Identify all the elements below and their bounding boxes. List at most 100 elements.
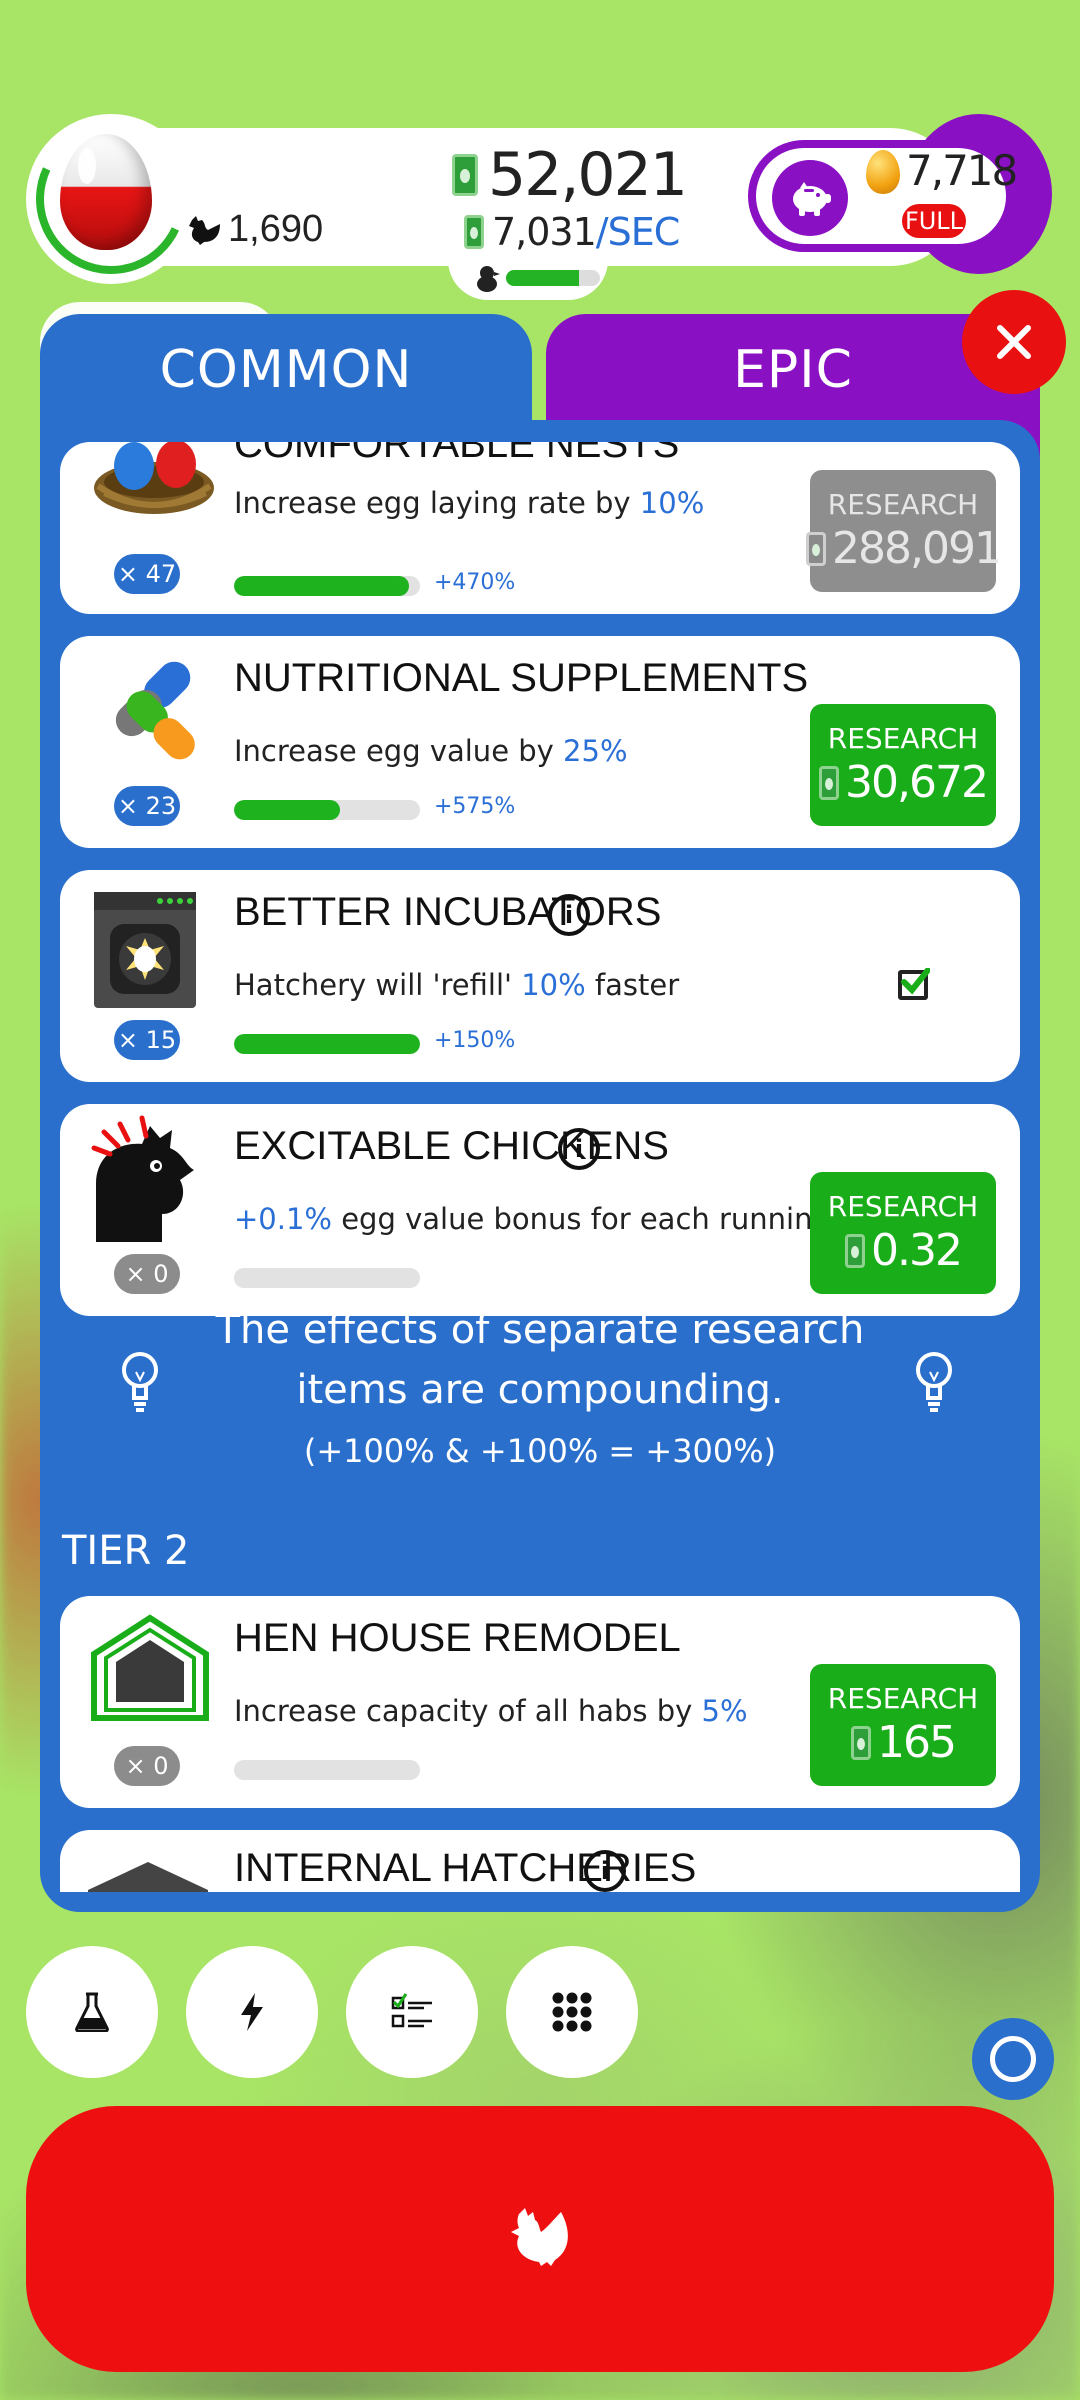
research-price-value: 288,091 <box>832 523 1002 574</box>
research-card-better-incubators: BETTER INCUBATORS i Hatchery will 'refil… <box>60 870 1020 1082</box>
research-button[interactable]: RESEARCH 165 <box>810 1664 996 1786</box>
research-price: 288,091 <box>806 523 1002 574</box>
tier-label: TIER 2 <box>62 1528 190 1574</box>
hen-house-icon <box>90 1606 216 1740</box>
close-button[interactable] <box>962 290 1066 394</box>
research-level-badge: × 23 <box>114 786 180 826</box>
research-card-internal-hatcheries: INTERNAL HATCHERIES i <box>60 1830 1020 1892</box>
golden-egg-icon <box>866 150 900 194</box>
research-button[interactable]: RESEARCH 30,672 <box>810 704 996 826</box>
research-desc: Increase egg value by 25% <box>234 734 628 768</box>
research-bonus: +150% <box>434 1028 516 1053</box>
research-card-comfortable-nests: COMFORTABLE NESTS Increase egg laying ra… <box>60 442 1020 614</box>
piggy-bank-button[interactable] <box>772 160 848 236</box>
research-price-value: 30,672 <box>845 757 989 808</box>
cash-icon <box>851 1725 871 1760</box>
research-title: COMFORTABLE NESTS <box>234 442 680 466</box>
research-price: 165 <box>851 1717 957 1768</box>
research-title: NUTRITIONAL SUPPLEMENTS <box>234 656 809 700</box>
desc-text: Hatchery will 'refill' <box>234 968 522 1002</box>
research-list[interactable]: COMFORTABLE NESTS Increase egg laying ra… <box>60 440 1020 1892</box>
research-title: INTERNAL HATCHERIES <box>234 1846 697 1890</box>
nest-icon <box>90 442 216 562</box>
chicken-count: 1,690 <box>186 208 323 251</box>
chick-icon <box>474 264 500 299</box>
cash-icon <box>452 154 478 196</box>
cash-icon <box>845 1233 866 1268</box>
chicken-icon <box>189 215 220 245</box>
research-desc: Hatchery will 'refill' 10% faster <box>234 968 679 1002</box>
tip-example: (+100% & +100% = +300%) <box>303 1432 777 1470</box>
lightbulb-icon <box>916 1352 952 1412</box>
research-desc: Increase capacity of all habs by 5% <box>234 1694 748 1728</box>
research-button[interactable]: RESEARCH 0.32 <box>810 1172 996 1294</box>
research-button-label: RESEARCH <box>827 722 979 755</box>
money-total: 52,021 <box>452 140 688 210</box>
egg-shine <box>78 148 96 184</box>
research-button-label: RESEARCH <box>827 488 979 521</box>
hatch-chicken-button[interactable] <box>26 2106 1054 2372</box>
research-lab-button[interactable] <box>26 1946 158 2078</box>
desc-text: faster <box>585 968 680 1002</box>
research-title: HEN HOUSE REMODEL <box>234 1616 681 1660</box>
cash-icon <box>819 765 840 800</box>
research-price: 30,672 <box>819 757 989 808</box>
research-price: 0.32 <box>845 1225 963 1276</box>
completed-checkmark-icon <box>898 968 930 1000</box>
hatchery-fill-bar <box>506 270 600 286</box>
menu-grid-button[interactable] <box>506 1946 638 2078</box>
full-badge: FULL <box>902 204 966 238</box>
research-price-value: 165 <box>877 1717 957 1768</box>
info-icon[interactable]: i <box>548 894 590 936</box>
camera-toggle-button[interactable] <box>972 2018 1054 2100</box>
research-title: EXCITABLE CHICKENS <box>234 1124 669 1168</box>
research-level-badge: × 15 <box>114 1020 180 1060</box>
desc-text: Increase egg value by <box>234 734 564 768</box>
pill-icon <box>90 646 216 780</box>
research-price-value: 0.32 <box>871 1225 963 1276</box>
desc-highlight: 5% <box>701 1694 748 1728</box>
research-level-badge: × 47 <box>114 554 180 594</box>
research-bonus: +470% <box>434 570 516 595</box>
excited-chicken-icon <box>90 1114 216 1248</box>
research-button-disabled[interactable]: RESEARCH 288,091 <box>806 470 1002 592</box>
chicken-icon <box>511 2208 568 2266</box>
money-total-value: 52,021 <box>488 140 688 210</box>
incubator-icon <box>90 880 216 1014</box>
info-icon[interactable]: i <box>584 1850 626 1892</box>
research-title: BETTER INCUBATORS <box>234 890 662 934</box>
money-rate: 7,031/SEC <box>464 210 680 254</box>
missions-button[interactable] <box>346 1946 478 2078</box>
research-tip: The effects of separate research items a… <box>60 1300 1020 1490</box>
research-level-badge: × 0 <box>114 1254 180 1294</box>
grid-icon <box>552 1992 592 2032</box>
boosts-button[interactable] <box>186 1946 318 2078</box>
research-card-hen-house-remodel: HEN HOUSE REMODEL Increase capacity of a… <box>60 1596 1020 1808</box>
desc-highlight: +0.1% <box>234 1202 332 1236</box>
research-progress-bar <box>234 1268 420 1288</box>
ring-icon <box>990 2036 1036 2082</box>
desc-text: Increase egg laying rate by <box>234 486 640 520</box>
research-progress-bar <box>234 1034 420 1054</box>
chicken-count-value: 1,690 <box>228 208 324 250</box>
hatchery-roof-icon <box>88 1862 208 1892</box>
research-bonus: +575% <box>434 794 516 819</box>
research-button-label: RESEARCH <box>827 1190 979 1223</box>
info-icon[interactable]: i <box>558 1128 600 1170</box>
cash-icon <box>464 215 484 249</box>
checklist-icon <box>391 1993 432 2028</box>
desc-highlight: 10% <box>639 486 705 520</box>
lightning-icon <box>241 1993 263 2031</box>
money-rate-value: 7,031 <box>492 210 597 254</box>
research-progress-bar <box>234 1760 420 1780</box>
research-progress-bar <box>234 800 420 820</box>
money-rate-unit: /SEC <box>595 210 680 254</box>
desc-highlight: 10% <box>521 968 586 1002</box>
close-icon <box>997 325 1031 359</box>
research-card-nutritional-supplements: NUTRITIONAL SUPPLEMENTS Increase egg val… <box>60 636 1020 848</box>
cash-icon <box>806 531 827 566</box>
flask-icon <box>75 1992 109 2032</box>
lightbulb-icon <box>122 1352 158 1412</box>
golden-egg-count: 7,718 <box>906 146 1018 195</box>
research-desc: Increase egg laying rate by 10% <box>234 486 704 520</box>
